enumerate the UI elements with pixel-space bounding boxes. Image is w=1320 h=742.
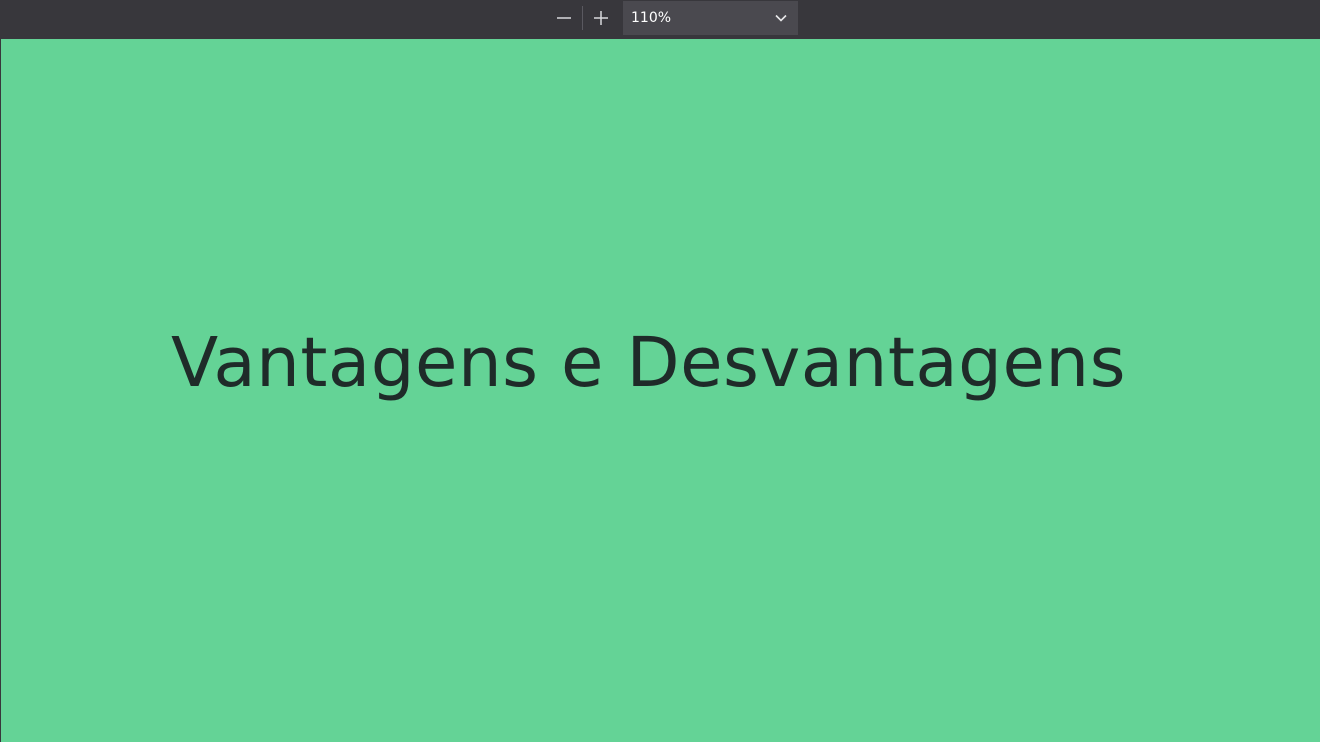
zoom-controls: 110% xyxy=(546,1,798,35)
slide-title: Vantagens e Desvantagens xyxy=(171,323,1127,403)
zoom-level-select[interactable]: 110% xyxy=(623,1,798,35)
minus-icon xyxy=(557,17,571,19)
plus-icon xyxy=(594,11,608,25)
chevron-down-icon xyxy=(775,14,787,22)
zoom-in-button[interactable] xyxy=(583,1,619,35)
slide-canvas: Vantagens e Desvantagens xyxy=(1,39,1320,742)
viewer-toolbar: 110% xyxy=(0,0,1320,38)
zoom-out-button[interactable] xyxy=(546,1,582,35)
zoom-level-value: 110% xyxy=(631,10,672,26)
